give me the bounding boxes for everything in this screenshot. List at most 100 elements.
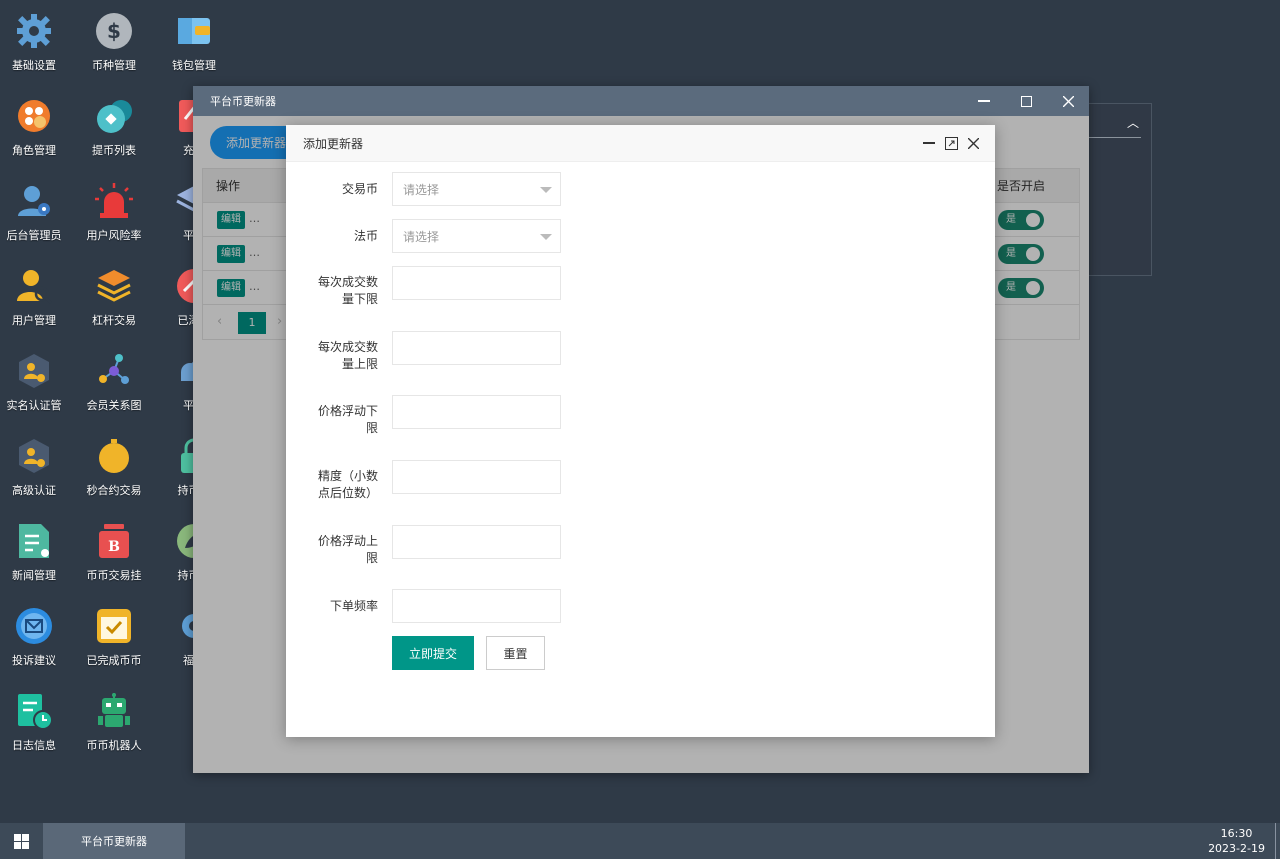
- user-search-icon: [14, 266, 54, 306]
- max-qty-input[interactable]: [392, 331, 561, 365]
- desktop-icon[interactable]: 秒合约交易: [74, 426, 154, 506]
- minimize-icon: [923, 142, 935, 144]
- desktop-icon[interactable]: 钱包管理: [154, 1, 234, 81]
- desktop-icon-label: 实名认证管: [6, 399, 62, 412]
- bitcoin-bag-icon: B: [94, 521, 134, 561]
- desktop-icon-label: 日志信息: [12, 739, 56, 752]
- desktop-icon[interactable]: 杠杆交易: [74, 256, 154, 336]
- checked-box-icon: [94, 606, 134, 646]
- desktop-icon[interactable]: 已完成币币: [74, 596, 154, 676]
- modal-maximize-button[interactable]: [943, 135, 959, 151]
- stopwatch-icon: [94, 436, 134, 476]
- modal-titlebar[interactable]: 添加更新器: [286, 125, 995, 162]
- order-frequency-input[interactable]: [392, 589, 561, 623]
- maximize-icon: [1020, 95, 1032, 107]
- desktop-icon[interactable]: 后台管理员: [0, 171, 74, 251]
- advanced-verify-icon: [14, 436, 54, 476]
- desktop-icon[interactable]: 新闻管理: [0, 511, 74, 591]
- mail-circle-icon: [14, 606, 54, 646]
- reset-button[interactable]: 重置: [486, 636, 545, 670]
- modal-minimize-button[interactable]: [921, 135, 937, 151]
- desktop-icon-label: 会员关系图: [86, 399, 142, 412]
- desktop-icon[interactable]: B 币币交易挂: [74, 511, 154, 591]
- gear-icon: [14, 11, 54, 51]
- desktop-icon-label: 新闻管理: [12, 569, 56, 582]
- taskbar: 平台币更新器 16:30 2023-2-19: [0, 823, 1280, 859]
- chevron-up-icon[interactable]: ︿: [1127, 114, 1139, 131]
- desktop-icon[interactable]: $ 币种管理: [74, 1, 154, 81]
- field-label: 每次成交数 量上限: [317, 340, 378, 371]
- field-label: 下单频率: [329, 599, 378, 613]
- wallet-icon: [174, 11, 214, 51]
- desktop-icon-label: 秒合约交易: [86, 484, 142, 497]
- close-icon: [967, 137, 979, 149]
- minimize-icon: [978, 100, 990, 102]
- svg-text:B: B: [108, 539, 120, 555]
- field-label: 每次成交数 量下限: [317, 275, 378, 306]
- start-button[interactable]: [0, 823, 42, 859]
- desktop-icon[interactable]: 投诉建议: [0, 596, 74, 676]
- fiat-coin-select[interactable]: 请选择: [392, 219, 561, 253]
- log-clock-icon: [14, 691, 54, 731]
- modal-close-button[interactable]: [965, 135, 981, 151]
- verify-badge-icon: [14, 351, 54, 391]
- desktop-icon-label: 用户风险率: [86, 229, 142, 242]
- modal-title: 添加更新器: [303, 136, 364, 151]
- maximize-button[interactable]: [1005, 86, 1047, 116]
- desktop-icon[interactable]: 会员关系图: [74, 341, 154, 421]
- desktop-icon-label: 币币机器人: [86, 739, 142, 752]
- min-qty-input[interactable]: [392, 266, 561, 300]
- add-updater-modal: 添加更新器 交易币 请选择 法币 请选择 每次成交数 量下限 每次成交数 量上限 价…: [286, 125, 995, 737]
- desktop-icon[interactable]: 高级认证: [0, 426, 74, 506]
- desktop-icon[interactable]: 提币列表: [74, 86, 154, 166]
- stack-icon: [94, 266, 134, 306]
- price-float-min-input[interactable]: [392, 395, 561, 429]
- desktop-icon-label: 角色管理: [12, 144, 56, 157]
- desktop-icon-label: 投诉建议: [12, 654, 56, 667]
- clock-time: 16:30: [1220, 827, 1253, 840]
- desktop-icon[interactable]: 日志信息: [0, 681, 74, 761]
- select-placeholder: 请选择: [403, 182, 440, 197]
- window-title: 平台币更新器: [210, 95, 276, 108]
- windows-logo-icon: [13, 833, 29, 849]
- close-button[interactable]: [1047, 86, 1089, 116]
- field-label: 价格浮动下限: [317, 404, 378, 435]
- desktop-icon[interactable]: 币币机器人: [74, 681, 154, 761]
- show-desktop-button[interactable]: [1275, 823, 1280, 859]
- desktop-icon[interactable]: 基础设置: [0, 1, 74, 81]
- desktop-icon-label: 基础设置: [12, 59, 56, 72]
- network-icon: [94, 351, 134, 391]
- svg-text:$: $: [107, 19, 121, 43]
- close-icon: [1062, 95, 1074, 107]
- precision-input[interactable]: [392, 460, 561, 494]
- desktop-icon-label: 高级认证: [12, 484, 56, 497]
- field-label: 交易币: [341, 182, 378, 196]
- alarm-icon: [94, 181, 134, 221]
- desktop-icon[interactable]: 实名认证管: [0, 341, 74, 421]
- desktop-icon[interactable]: 角色管理: [0, 86, 74, 166]
- robot-icon: [94, 691, 134, 731]
- desktop-icon[interactable]: 用户管理: [0, 256, 74, 336]
- select-placeholder: 请选择: [403, 229, 440, 244]
- field-label: 法币: [353, 229, 378, 243]
- admin-icon: [14, 181, 54, 221]
- withdraw-list-icon: [94, 96, 134, 136]
- window-titlebar[interactable]: 平台币更新器: [193, 86, 1089, 116]
- clock-date: 2023-2-19: [1208, 842, 1265, 855]
- submit-button[interactable]: 立即提交: [392, 636, 474, 670]
- desktop-icon-label: 杠杆交易: [92, 314, 136, 327]
- desktop-icon[interactable]: 用户风险率: [74, 171, 154, 251]
- taskbar-item-updater[interactable]: 平台币更新器: [43, 823, 185, 859]
- desktop-icon-label: 币币交易挂: [86, 569, 142, 582]
- system-clock[interactable]: 16:30 2023-2-19: [1208, 826, 1265, 856]
- dollar-coin-icon: $: [94, 11, 134, 51]
- price-float-max-input[interactable]: [392, 525, 561, 559]
- trade-coin-select[interactable]: 请选择: [392, 172, 561, 206]
- desktop-icon-label: 用户管理: [12, 314, 56, 327]
- desktop-icon-label: 已完成币币: [86, 654, 142, 667]
- dropdown-arrow-icon: [540, 234, 552, 240]
- minimize-button[interactable]: [963, 86, 1005, 116]
- field-label: 精度（小数 点后位数）: [317, 469, 378, 500]
- role-icon: [14, 96, 54, 136]
- field-label: 价格浮动上限: [317, 534, 378, 565]
